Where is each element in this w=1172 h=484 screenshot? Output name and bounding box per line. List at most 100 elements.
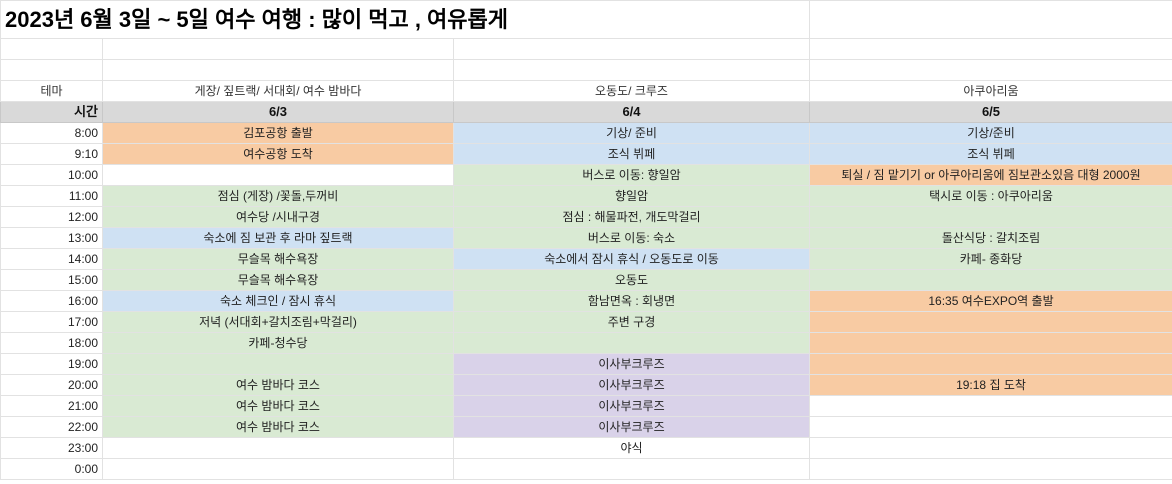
theme-day3[interactable]: 아쿠아리움 <box>809 80 1172 102</box>
time-cell[interactable]: 16:00 <box>0 290 103 312</box>
time-cell[interactable]: 18:00 <box>0 332 103 354</box>
day1-cell[interactable]: 여수 밤바다 코스 <box>102 395 454 417</box>
empty-cell[interactable] <box>809 0 1172 39</box>
day3-cell[interactable] <box>809 269 1172 291</box>
day3-cell[interactable]: 택시로 이동 : 아쿠아리움 <box>809 185 1172 207</box>
day3-cell[interactable] <box>809 353 1172 375</box>
day3-cell[interactable]: 조식 뷔페 <box>809 143 1172 165</box>
schedule-row: 13:00 숙소에 짐 보관 후 라마 짚트랙 버스로 이동: 숙소 돌산식당 … <box>0 227 1172 249</box>
empty-cell[interactable] <box>102 38 454 60</box>
day2-cell[interactable]: 이사부크루즈 <box>453 353 810 375</box>
day1-cell[interactable]: 여수 밤바다 코스 <box>102 374 454 396</box>
day2-cell[interactable]: 점심 : 해물파전, 개도막걸리 <box>453 206 810 228</box>
schedule-row: 23:00 야식 <box>0 437 1172 459</box>
time-cell[interactable]: 17:00 <box>0 311 103 333</box>
day3-cell[interactable]: 기상/준비 <box>809 122 1172 144</box>
day3-cell[interactable] <box>809 332 1172 354</box>
day1-cell[interactable]: 숙소 체크인 / 잠시 휴식 <box>102 290 454 312</box>
day1-cell[interactable]: 무슬목 해수욕장 <box>102 269 454 291</box>
day2-cell[interactable]: 이사부크루즈 <box>453 374 810 396</box>
schedule-row: 12:00 여수당 /시내구경 점심 : 해물파전, 개도막걸리 <box>0 206 1172 228</box>
day1-cell[interactable] <box>102 458 454 480</box>
day2-cell[interactable] <box>453 458 810 480</box>
day2-cell[interactable]: 주변 구경 <box>453 311 810 333</box>
day3-cell[interactable] <box>809 416 1172 438</box>
schedule-row: 16:00 숙소 체크인 / 잠시 휴식 함남면옥 : 회냉면 16:35 여수… <box>0 290 1172 312</box>
day1-cell[interactable]: 여수공항 도착 <box>102 143 454 165</box>
day3-cell[interactable] <box>809 395 1172 417</box>
time-cell[interactable]: 10:00 <box>0 164 103 186</box>
time-cell[interactable]: 14:00 <box>0 248 103 270</box>
schedule-row: 21:00 여수 밤바다 코스 이사부크루즈 <box>0 395 1172 417</box>
time-cell[interactable]: 8:00 <box>0 122 103 144</box>
time-cell[interactable]: 9:10 <box>0 143 103 165</box>
day2-cell[interactable]: 이사부크루즈 <box>453 416 810 438</box>
day3-cell[interactable] <box>809 311 1172 333</box>
day1-cell[interactable]: 저녁 (서대회+갈치조림+막걸리) <box>102 311 454 333</box>
time-cell[interactable]: 11:00 <box>0 185 103 207</box>
day3-cell[interactable] <box>809 437 1172 459</box>
day3-cell[interactable]: 퇴실 / 짐 맡기기 or 아쿠아리움에 짐보관소있음 대형 2000원 <box>809 164 1172 186</box>
time-cell[interactable]: 21:00 <box>0 395 103 417</box>
time-cell[interactable]: 23:00 <box>0 437 103 459</box>
theme-day1[interactable]: 게장/ 짚트랙/ 서대회/ 여수 밤바다 <box>102 80 454 102</box>
day1-cell[interactable]: 점심 (게장) /꽃돌,두꺼비 <box>102 185 454 207</box>
time-cell[interactable]: 22:00 <box>0 416 103 438</box>
spreadsheet: 2023년 6월 3일 ~ 5일 여수 여행 : 많이 먹고 , 여유롭게 테마… <box>0 0 1172 484</box>
day1-cell[interactable] <box>102 164 454 186</box>
empty-cell[interactable] <box>102 59 454 81</box>
day2-cell[interactable]: 향일암 <box>453 185 810 207</box>
time-cell[interactable]: 19:00 <box>0 353 103 375</box>
empty-cell[interactable] <box>809 38 1172 60</box>
schedule-row: 14:00 무슬목 해수욕장 숙소에서 잠시 휴식 / 오동도로 이동 카페- … <box>0 248 1172 270</box>
time-cell[interactable]: 20:00 <box>0 374 103 396</box>
time-header[interactable]: 시간 <box>0 101 103 123</box>
theme-day2[interactable]: 오동도/ 크루즈 <box>453 80 810 102</box>
schedule-table: 2023년 6월 3일 ~ 5일 여수 여행 : 많이 먹고 , 여유롭게 테마… <box>0 0 1172 480</box>
day1-cell[interactable]: 여수 밤바다 코스 <box>102 416 454 438</box>
empty-cell[interactable] <box>809 59 1172 81</box>
day1-cell[interactable]: 여수당 /시내구경 <box>102 206 454 228</box>
date-header-day1[interactable]: 6/3 <box>102 101 454 123</box>
date-header-day3[interactable]: 6/5 <box>809 101 1172 123</box>
day2-cell[interactable] <box>453 332 810 354</box>
sheet-title[interactable]: 2023년 6월 3일 ~ 5일 여수 여행 : 많이 먹고 , 여유롭게 <box>0 0 810 39</box>
theme-row: 테마 게장/ 짚트랙/ 서대회/ 여수 밤바다 오동도/ 크루즈 아쿠아리움 <box>0 80 1172 102</box>
day2-cell[interactable]: 버스로 이동: 숙소 <box>453 227 810 249</box>
day1-cell[interactable]: 숙소에 짐 보관 후 라마 짚트랙 <box>102 227 454 249</box>
time-cell[interactable]: 0:00 <box>0 458 103 480</box>
day3-cell[interactable]: 돌산식당 : 갈치조림 <box>809 227 1172 249</box>
day2-cell[interactable]: 야식 <box>453 437 810 459</box>
day2-cell[interactable]: 함남면옥 : 회냉면 <box>453 290 810 312</box>
day3-cell[interactable]: 16:35 여수EXPO역 출발 <box>809 290 1172 312</box>
schedule-row: 17:00 저녁 (서대회+갈치조림+막걸리) 주변 구경 <box>0 311 1172 333</box>
day3-cell[interactable]: 카페- 종화당 <box>809 248 1172 270</box>
date-header-day2[interactable]: 6/4 <box>453 101 810 123</box>
empty-cell[interactable] <box>453 38 810 60</box>
empty-cell[interactable] <box>0 59 103 81</box>
day2-cell[interactable]: 조식 뷔페 <box>453 143 810 165</box>
day1-cell[interactable] <box>102 353 454 375</box>
day1-cell[interactable]: 카페-청수당 <box>102 332 454 354</box>
empty-cell[interactable] <box>0 38 103 60</box>
day1-cell[interactable]: 김포공항 출발 <box>102 122 454 144</box>
blank-row <box>0 38 1172 60</box>
time-cell[interactable]: 12:00 <box>0 206 103 228</box>
day1-cell[interactable]: 무슬목 해수욕장 <box>102 248 454 270</box>
day3-cell[interactable] <box>809 458 1172 480</box>
day3-cell[interactable] <box>809 206 1172 228</box>
schedule-row: 11:00 점심 (게장) /꽃돌,두꺼비 향일암 택시로 이동 : 아쿠아리움 <box>0 185 1172 207</box>
day1-cell[interactable] <box>102 437 454 459</box>
schedule-row: 19:00 이사부크루즈 <box>0 353 1172 375</box>
time-cell[interactable]: 15:00 <box>0 269 103 291</box>
day2-cell[interactable]: 오동도 <box>453 269 810 291</box>
day3-cell[interactable]: 19:18 집 도착 <box>809 374 1172 396</box>
day2-cell[interactable]: 버스로 이동: 향일암 <box>453 164 810 186</box>
day2-cell[interactable]: 숙소에서 잠시 휴식 / 오동도로 이동 <box>453 248 810 270</box>
schedule-row: 9:10 여수공항 도착 조식 뷔페 조식 뷔페 <box>0 143 1172 165</box>
day2-cell[interactable]: 이사부크루즈 <box>453 395 810 417</box>
theme-label[interactable]: 테마 <box>0 80 103 102</box>
day2-cell[interactable]: 기상/ 준비 <box>453 122 810 144</box>
time-cell[interactable]: 13:00 <box>0 227 103 249</box>
empty-cell[interactable] <box>453 59 810 81</box>
